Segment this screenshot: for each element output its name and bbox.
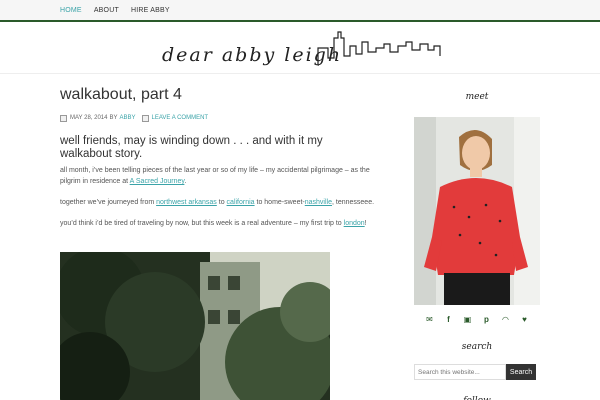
post-photo[interactable] [60, 252, 330, 400]
post-title[interactable]: walkabout, part 4 [60, 86, 390, 104]
facebook-icon[interactable]: f [444, 315, 454, 325]
instagram-icon[interactable]: ▣ [463, 315, 473, 325]
twitter-icon[interactable]: ♥ [520, 315, 530, 325]
post-paragraph: all month, i’ve been telling pieces of t… [60, 165, 380, 187]
california-link[interactable]: california [227, 199, 255, 206]
post-text: . [184, 178, 187, 185]
nav-about[interactable]: ABOUT [94, 0, 119, 21]
post-date: MAY 28, 2014 [70, 115, 108, 121]
northwest-arkansas-link[interactable]: northwest arkansas [156, 199, 217, 206]
post-paragraph: together we’ve journeyed from northwest … [60, 197, 380, 208]
comment-icon [141, 114, 149, 122]
calendar-icon [60, 114, 67, 122]
search-input[interactable] [414, 364, 506, 380]
nav-home[interactable]: HOME [60, 0, 82, 21]
mail-icon[interactable]: ✉ [425, 315, 435, 325]
post-text: together we’ve journeyed from [60, 199, 157, 206]
leave-comment-link[interactable]: LEAVE A COMMENT [152, 115, 209, 121]
author-portrait [414, 117, 540, 305]
main-content: walkabout, part 4 MAY 28, 2014 BY ABBY L… [60, 86, 390, 239]
site-header: dear abby leigh [0, 24, 600, 74]
photo-image [60, 252, 330, 400]
rss-icon[interactable]: ◠ [501, 315, 511, 325]
site-logo[interactable]: dear abby leigh [158, 28, 448, 72]
post-text: all month, i’ve been telling pieces of t… [60, 167, 370, 185]
post-meta: MAY 28, 2014 BY ABBY LEAVE A COMMENT [60, 112, 390, 124]
pinterest-icon[interactable]: p [482, 315, 492, 325]
search-form: Search [414, 364, 540, 380]
london-link[interactable]: london [344, 220, 365, 227]
post-text: , tennesseee. [332, 199, 375, 206]
logo-text: dear abby leigh [162, 44, 343, 66]
post-text: to home-sweet- [254, 199, 305, 206]
portrait-image [414, 117, 540, 305]
meet-heading: meet [465, 92, 489, 102]
post-paragraph: you’d think i’d be tired of traveling by… [60, 218, 380, 229]
sidebar: meet ✉ f ▣ p ◠ ♥ search Search this webs… [414, 92, 540, 400]
social-links: ✉ f ▣ p ◠ ♥ [414, 315, 540, 325]
top-navigation: HOME ABOUT HIRE ABBY [0, 0, 600, 22]
nashville-link[interactable]: nashville [305, 199, 332, 206]
post-author-link[interactable]: ABBY [120, 115, 136, 121]
post-by: BY [109, 115, 118, 121]
post-lead: well friends, may is winding down . . . … [60, 135, 323, 160]
sacred-journey-link[interactable]: A Sacred Journey [130, 178, 185, 185]
post-text: ! [364, 220, 367, 227]
follow-heading: follow [414, 396, 540, 400]
search-heading: search [461, 342, 493, 352]
post-text: to [216, 199, 227, 206]
nav-hire-abby[interactable]: HIRE ABBY [131, 0, 170, 21]
post-text: you’d think i’d be tired of traveling by… [60, 220, 344, 227]
search-button[interactable]: Search [506, 364, 536, 380]
